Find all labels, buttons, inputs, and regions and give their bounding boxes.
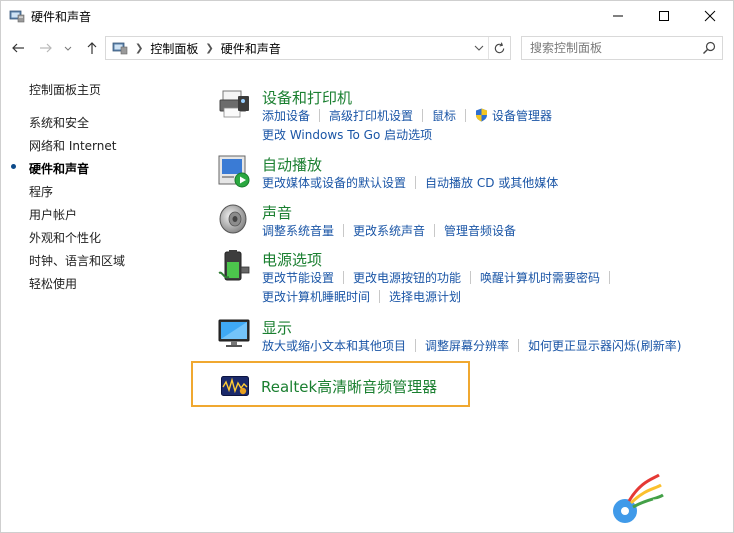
printer-icon — [219, 90, 249, 118]
category-title[interactable]: 声音 — [262, 202, 292, 223]
close-button[interactable] — [687, 1, 733, 31]
search-input[interactable] — [522, 37, 692, 59]
link-change-sleep-time[interactable]: 更改计算机睡眠时间 — [262, 290, 370, 304]
link-change-system-sounds[interactable]: 更改系统声音 — [353, 224, 425, 238]
minimize-button[interactable] — [595, 1, 641, 31]
breadcrumb-separator-icon: ❯ — [135, 42, 144, 54]
sidebar-item-ease-of-access[interactable]: 轻松使用 — [29, 275, 77, 292]
monitor-icon — [218, 319, 250, 347]
category-title[interactable]: 设备和打印机 — [262, 87, 352, 108]
category-links-row: 添加设备 高级打印机设置 鼠标 设备管理器 — [262, 107, 552, 124]
link-divider — [609, 271, 611, 284]
power-battery-icon — [218, 250, 250, 281]
sidebar-item-programs[interactable]: 程序 — [29, 183, 53, 200]
speaker-icon — [219, 204, 247, 234]
close-icon — [704, 10, 716, 22]
link-adjust-resolution[interactable]: 调整屏幕分辨率 — [425, 339, 509, 353]
sidebar-item-network-internet[interactable]: 网络和 Internet — [29, 137, 116, 154]
category-links-row: 更改 Windows To Go 启动选项 — [262, 126, 432, 143]
up-button[interactable] — [83, 39, 101, 57]
link-divider — [415, 339, 417, 352]
sidebar-item-user-accounts[interactable]: 用户帐户 — [29, 206, 77, 223]
link-autoplay-cd[interactable]: 自动播放 CD 或其他媒体 — [425, 176, 558, 190]
link-change-power-saving[interactable]: 更改节能设置 — [262, 271, 334, 285]
breadcrumb-separator-icon: ❯ — [205, 42, 214, 54]
link-divider — [518, 339, 520, 352]
link-fix-monitor-flicker[interactable]: 如何更正显示器闪烁(刷新率) — [528, 339, 681, 353]
link-divider — [422, 109, 424, 122]
link-power-button-action[interactable]: 更改电源按钮的功能 — [353, 271, 461, 285]
maximize-icon — [659, 11, 669, 21]
category-links-row: 更改计算机睡眠时间 选择电源计划 — [262, 288, 461, 305]
up-arrow-icon — [87, 42, 97, 54]
address-dropdown-icon[interactable] — [472, 41, 486, 55]
sidebar-item-home[interactable]: 控制面板主页 — [29, 81, 101, 98]
minimize-icon — [613, 15, 623, 17]
breadcrumb-control-panel[interactable]: 控制面板 — [150, 40, 198, 57]
realtek-audio-icon — [221, 376, 249, 396]
title-bar: 硬件和声音 — [1, 1, 733, 31]
category-title[interactable]: 电源选项 — [262, 249, 322, 270]
control-panel-icon — [9, 10, 25, 23]
chevron-down-icon — [64, 46, 72, 51]
navigation-bar: ❯ 控制面板 ❯ 硬件和声音 — [1, 31, 733, 65]
link-device-manager[interactable]: 设备管理器 — [492, 109, 552, 123]
realtek-label: Realtek高清晰音频管理器 — [261, 378, 438, 396]
link-require-password-wake[interactable]: 唤醒计算机时需要密码 — [480, 271, 600, 285]
category-links-row: 更改媒体或设备的默认设置 自动播放 CD 或其他媒体 — [262, 174, 558, 191]
sidebar-item-system-security[interactable]: 系统和安全 — [29, 114, 89, 131]
link-choose-power-plan[interactable]: 选择电源计划 — [389, 290, 461, 304]
refresh-button[interactable] — [488, 37, 510, 59]
realtek-audio-manager-item[interactable]: Realtek高清晰音频管理器 — [191, 361, 470, 407]
sidebar-item-hardware-sound[interactable]: 硬件和声音 — [29, 160, 89, 177]
category-title[interactable]: 自动播放 — [262, 154, 322, 175]
link-divider — [319, 109, 321, 122]
link-adjust-volume[interactable]: 调整系统音量 — [262, 224, 334, 238]
category-links-row: 放大或缩小文本和其他项目 调整屏幕分辨率 如何更正显示器闪烁(刷新率) — [262, 337, 681, 354]
link-change-media-defaults[interactable]: 更改媒体或设备的默认设置 — [262, 176, 406, 190]
breadcrumb-hardware-sound[interactable]: 硬件和声音 — [221, 40, 281, 57]
active-item-bullet — [11, 164, 16, 169]
back-arrow-icon — [12, 43, 24, 53]
site-watermark-logo — [613, 473, 727, 523]
link-manage-audio-devices[interactable]: 管理音频设备 — [444, 224, 516, 238]
link-divider — [434, 224, 436, 237]
refresh-icon — [494, 42, 505, 53]
sidebar-item-clock-region[interactable]: 时钟、语言和区域 — [29, 252, 125, 269]
recent-locations-button[interactable] — [61, 39, 75, 57]
address-bar[interactable]: ❯ 控制面板 ❯ 硬件和声音 — [105, 36, 511, 60]
link-divider — [343, 224, 345, 237]
link-add-device[interactable]: 添加设备 — [262, 109, 310, 123]
link-advanced-printer-setup[interactable]: 高级打印机设置 — [329, 109, 413, 123]
link-resize-text[interactable]: 放大或缩小文本和其他项目 — [262, 339, 406, 353]
control-panel-window: 硬件和声音 ❯ 控制面板 ❯ 硬件和声音 搜索控制面板 控制面板主页 系统和安全… — [0, 0, 734, 533]
window-title: 硬件和声音 — [31, 10, 92, 24]
search-icon[interactable] — [702, 41, 716, 55]
autoplay-icon — [218, 155, 250, 188]
link-windows-to-go[interactable]: 更改 Windows To Go 启动选项 — [262, 128, 432, 142]
category-links-row: 调整系统音量 更改系统声音 管理音频设备 — [262, 222, 516, 239]
link-divider — [465, 109, 467, 122]
forward-button[interactable] — [37, 39, 55, 57]
link-mouse[interactable]: 鼠标 — [432, 109, 456, 123]
category-title[interactable]: 显示 — [262, 317, 292, 338]
category-links-row: 更改节能设置 更改电源按钮的功能 唤醒计算机时需要密码 — [262, 269, 619, 286]
uac-shield-icon — [476, 108, 488, 122]
search-box[interactable] — [521, 36, 723, 60]
forward-arrow-icon — [40, 43, 52, 53]
link-divider — [343, 271, 345, 284]
maximize-button[interactable] — [641, 1, 687, 31]
back-button[interactable] — [9, 39, 27, 57]
link-divider — [470, 271, 472, 284]
control-panel-icon — [112, 42, 128, 55]
sidebar-item-appearance[interactable]: 外观和个性化 — [29, 229, 101, 246]
link-divider — [379, 290, 381, 303]
link-divider — [415, 176, 417, 189]
